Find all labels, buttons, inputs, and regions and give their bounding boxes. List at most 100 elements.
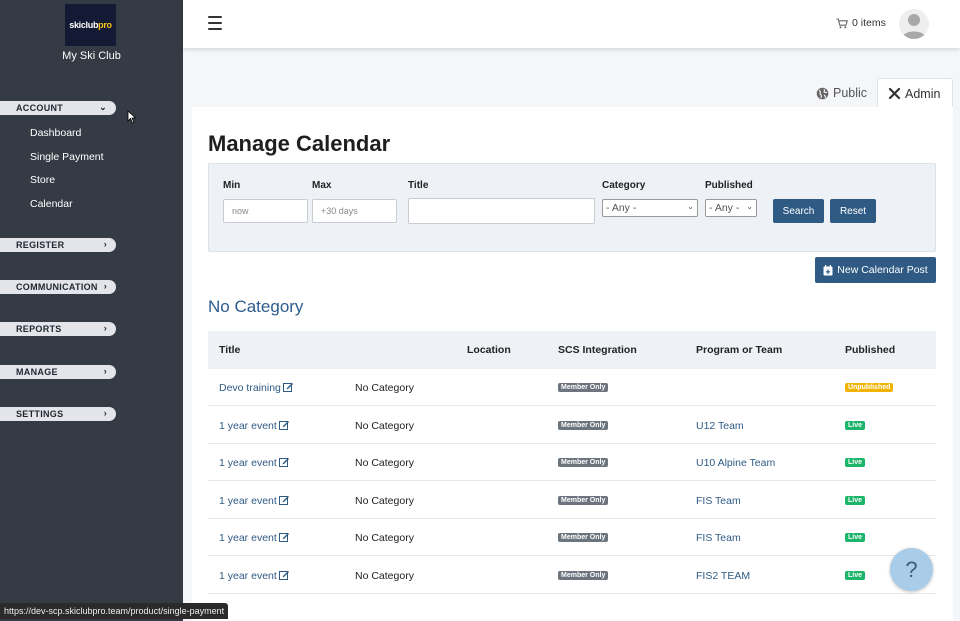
help-button[interactable]: ? <box>890 548 933 591</box>
page-title: Manage Calendar <box>208 131 391 156</box>
chevron-right-icon: › <box>103 239 107 249</box>
published-status-badge: Live <box>845 571 866 580</box>
event-title: 1 year event <box>219 532 277 544</box>
column-header-published: Published <box>845 344 896 356</box>
filter-panel: Min now Max +30 days Title Category - An… <box>208 163 936 252</box>
published-status-badge: Unpublished <box>845 383 894 392</box>
event-category: No Category <box>355 570 414 582</box>
published-status-badge: Live <box>845 458 866 467</box>
event-title-link[interactable]: 1 year event <box>219 457 289 469</box>
chevron-down-icon: ⌄ <box>746 202 753 211</box>
event-title: 1 year event <box>219 495 277 507</box>
column-header-title: Title <box>219 344 241 356</box>
max-label: Max <box>312 180 332 191</box>
sidebar-section-label: MANAGE <box>16 367 58 377</box>
chevron-right-icon: › <box>103 281 107 291</box>
scs-badge: Member Only <box>558 533 609 542</box>
program-link[interactable]: FIS Team <box>696 495 741 507</box>
cart-button[interactable]: 0 items <box>836 17 886 29</box>
edit-icon[interactable] <box>278 495 289 505</box>
club-logo[interactable]: skiclub pro <box>65 4 116 46</box>
program-link[interactable]: FIS Team <box>696 532 741 544</box>
edit-icon[interactable] <box>278 532 289 542</box>
chevron-right-icon: › <box>103 408 107 418</box>
sidebar-section-settings[interactable]: SETTINGS › <box>0 407 116 421</box>
category-heading: No Category <box>208 297 304 316</box>
search-button[interactable]: Search <box>773 199 824 223</box>
sidebar-section-communication[interactable]: COMMUNICATION › <box>0 280 116 294</box>
sidebar-section-label: ACCOUNT <box>16 103 64 113</box>
published-status-badge: Live <box>845 421 866 430</box>
tab-admin[interactable]: Admin <box>877 78 953 108</box>
event-title: 1 year event <box>219 570 277 582</box>
sidebar-item-dashboard[interactable]: Dashboard <box>30 127 81 139</box>
globe-icon <box>816 87 829 99</box>
new-calendar-post-label: New Calendar Post <box>837 264 928 276</box>
scs-badge: Member Only <box>558 458 609 467</box>
program-link[interactable]: FIS2 TEAM <box>696 570 750 582</box>
club-name: My Ski Club <box>62 50 121 62</box>
column-header-scs-integration: SCS Integration <box>558 344 637 356</box>
category-label: Category <box>602 180 646 191</box>
title-input[interactable] <box>408 198 595 224</box>
edit-icon[interactable] <box>278 420 289 430</box>
edit-icon[interactable] <box>278 457 289 467</box>
published-select[interactable]: - Any - ⌄ <box>705 199 757 217</box>
event-title-link[interactable]: 1 year event <box>219 495 289 507</box>
table-row: 1 year event No Category Member Only FIS… <box>208 519 936 556</box>
scs-badge: Member Only <box>558 421 609 430</box>
user-silhouette-icon <box>902 14 926 39</box>
tools-icon <box>888 87 901 100</box>
chevron-right-icon: › <box>103 323 107 333</box>
event-title-link[interactable]: Devo training <box>219 382 293 394</box>
table-row: 1 year event No Category Member Only FIS… <box>208 482 936 519</box>
program-link[interactable]: U12 Team <box>696 420 744 432</box>
calendar-plus-icon <box>823 264 833 275</box>
column-header-location: Location <box>467 344 511 356</box>
min-date-input[interactable]: now <box>223 199 308 223</box>
logo-text-pro: pro <box>98 20 112 30</box>
sidebar-section-label: COMMUNICATION <box>16 282 98 292</box>
table-row: 1 year event No Category Member Only U10… <box>208 444 936 481</box>
sidebar-item-store[interactable]: Store <box>30 174 55 186</box>
table-row: Devo training No Category Member Only Un… <box>208 369 936 406</box>
category-select-value: - Any - <box>606 202 637 214</box>
program-link[interactable]: U10 Alpine Team <box>696 457 775 469</box>
min-label: Min <box>223 180 241 191</box>
edit-icon[interactable] <box>282 382 293 392</box>
sidebar-item-calendar[interactable]: Calendar <box>30 198 73 210</box>
hamburger-icon[interactable] <box>208 16 222 30</box>
top-bar: 0 items <box>183 0 960 48</box>
table-row: 1 year event No Category Member Only U12… <box>208 407 936 444</box>
event-title-link[interactable]: 1 year event <box>219 420 289 432</box>
sidebar-section-reports[interactable]: REPORTS › <box>0 322 116 336</box>
published-status-badge: Live <box>845 533 866 542</box>
event-title-link[interactable]: 1 year event <box>219 532 289 544</box>
sidebar-section-register[interactable]: REGISTER › <box>0 238 116 252</box>
event-title: Devo training <box>219 382 281 394</box>
chevron-right-icon: › <box>103 366 107 376</box>
sidebar-section-manage[interactable]: MANAGE › <box>0 365 116 379</box>
cart-icon <box>836 17 848 28</box>
logo-text-skiclub: skiclub <box>69 20 99 30</box>
tab-public-label: Public <box>833 86 868 100</box>
tab-public[interactable]: Public <box>806 78 877 108</box>
avatar[interactable] <box>899 9 929 39</box>
max-date-input[interactable]: +30 days <box>312 199 397 223</box>
question-mark-icon: ? <box>905 556 918 582</box>
cart-count: 0 items <box>852 17 886 29</box>
reset-button[interactable]: Reset <box>830 199 876 223</box>
category-select[interactable]: - Any - ⌄ <box>602 199 698 217</box>
scs-badge: Member Only <box>558 571 609 580</box>
new-calendar-post-button[interactable]: New Calendar Post <box>815 257 936 283</box>
event-title-link[interactable]: 1 year event <box>219 570 289 582</box>
event-category: No Category <box>355 495 414 507</box>
event-category: No Category <box>355 457 414 469</box>
event-title: 1 year event <box>219 420 277 432</box>
sidebar-section-account[interactable]: ACCOUNT ⌄ <box>0 101 116 115</box>
title-label: Title <box>408 180 429 191</box>
sidebar-section-label: REPORTS <box>16 324 62 334</box>
sidebar-item-single-payment[interactable]: Single Payment <box>30 151 104 163</box>
edit-icon[interactable] <box>278 570 289 580</box>
chevron-down-icon: ⌄ <box>99 102 107 112</box>
